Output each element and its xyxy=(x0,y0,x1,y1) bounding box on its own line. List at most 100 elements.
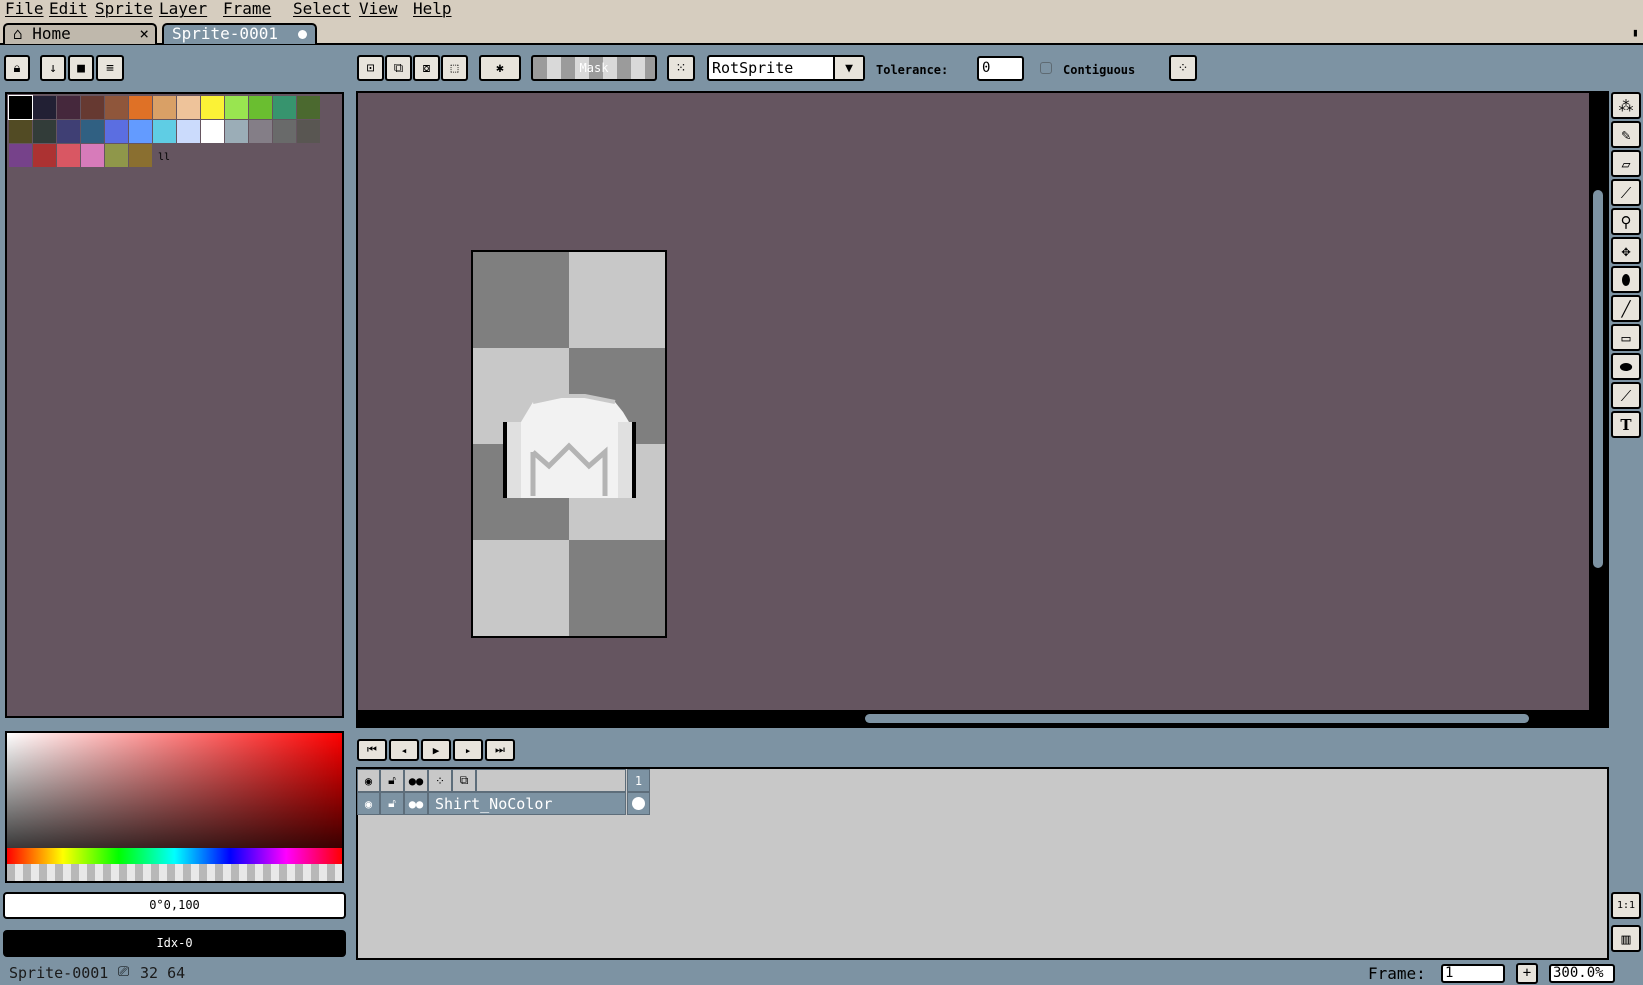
selection-intersect-button[interactable]: ⬚ xyxy=(441,55,468,81)
frame-header[interactable]: 1 xyxy=(627,769,650,792)
menu-edit[interactable]: Edit xyxy=(49,0,88,18)
mask-color-button[interactable]: Mask xyxy=(531,55,657,81)
palette-presets-button[interactable]: ■ xyxy=(68,55,94,81)
palette-swatch[interactable] xyxy=(105,96,128,119)
tab-home[interactable]: ⌂ Home × xyxy=(3,23,157,44)
transparent-color-button[interactable]: ⁙ xyxy=(667,55,695,81)
pivot-button[interactable]: ✱ xyxy=(479,55,521,81)
palette-swatch[interactable] xyxy=(273,96,296,119)
blur-tool[interactable]: ⟋ xyxy=(1611,382,1641,409)
palette-swatch[interactable] xyxy=(57,96,80,119)
rotation-algorithm-select[interactable]: RotSprite ▼ xyxy=(707,55,865,81)
palette-swatch[interactable] xyxy=(153,96,176,119)
text-tool[interactable]: T xyxy=(1611,411,1641,438)
palette-swatch[interactable] xyxy=(249,96,272,119)
zoom-tool[interactable]: ⚲ xyxy=(1611,208,1641,235)
cel[interactable] xyxy=(627,792,650,815)
line-tool[interactable]: ╱ xyxy=(1611,295,1641,322)
selection-subtract-button[interactable]: ⧇ xyxy=(413,55,440,81)
move-tool[interactable]: ✥ xyxy=(1611,237,1641,264)
selection-add-button[interactable]: ⧉ xyxy=(385,55,412,81)
foreground-color-field[interactable]: 0°0,100 xyxy=(3,892,346,919)
layer-lock-toggle[interactable]: 🔓︎ xyxy=(380,792,404,815)
palette-swatch[interactable] xyxy=(177,120,200,143)
palette-swatch[interactable] xyxy=(153,120,176,143)
new-frame-button[interactable]: + xyxy=(1516,963,1538,984)
last-frame-button[interactable]: ⏭ xyxy=(485,739,515,761)
frame-input[interactable]: 1 xyxy=(1441,964,1505,983)
contour-tool[interactable]: ⬬ xyxy=(1611,353,1641,380)
palette-swatch[interactable] xyxy=(8,95,33,120)
menu-help[interactable]: Help xyxy=(413,0,452,18)
palette-swatch[interactable] xyxy=(201,96,224,119)
hue-slider[interactable] xyxy=(7,848,342,864)
menu-frame[interactable]: Frame xyxy=(223,0,271,18)
zoom-1to1-button[interactable]: 1:1 xyxy=(1611,892,1641,919)
menu-view[interactable]: View xyxy=(359,0,398,18)
palette-swatch[interactable] xyxy=(81,120,104,143)
lock-palette-button[interactable]: 🔒︎ xyxy=(4,55,30,81)
pencil-tool[interactable]: ✎ xyxy=(1611,121,1641,148)
palette-swatch[interactable] xyxy=(105,144,128,167)
link-header[interactable]: ⁘ xyxy=(428,769,452,792)
eyedropper-tool[interactable]: ⟋ xyxy=(1611,179,1641,206)
close-icon[interactable]: × xyxy=(139,25,149,43)
onion-skin-header[interactable]: ●● xyxy=(404,769,428,792)
palette-swatch[interactable] xyxy=(129,144,152,167)
palette-swatch[interactable] xyxy=(33,96,56,119)
palette-swatch[interactable] xyxy=(225,120,248,143)
palette-options-button[interactable]: ≡ xyxy=(96,55,124,81)
palette-swatch[interactable] xyxy=(57,120,80,143)
menu-file[interactable]: File xyxy=(5,0,44,18)
palette-swatch[interactable] xyxy=(129,120,152,143)
palette-swatch[interactable] xyxy=(9,144,32,167)
palette-resize-handle[interactable]: ll xyxy=(158,152,170,163)
timeline-toggle-button[interactable]: ▥ xyxy=(1611,925,1641,952)
palette-swatch[interactable] xyxy=(33,120,56,143)
next-frame-button[interactable]: ▸ xyxy=(453,739,483,761)
background-color-field[interactable]: Idx-0 xyxy=(3,930,346,957)
palette-swatch[interactable] xyxy=(105,120,128,143)
previous-frame-button[interactable]: ◂ xyxy=(389,739,419,761)
palette-swatch[interactable] xyxy=(273,120,296,143)
drop-pixels-button[interactable]: ⁘ xyxy=(1169,55,1197,81)
first-frame-button[interactable]: ⏮ xyxy=(357,739,387,761)
menu-select[interactable]: Select xyxy=(293,0,351,18)
tab-sprite[interactable]: Sprite-0001 xyxy=(162,23,317,44)
layer-name[interactable]: Shirt_NoColor xyxy=(428,792,626,815)
layer-continuous-toggle[interactable]: ●● xyxy=(404,792,428,815)
palette-swatch[interactable] xyxy=(57,144,80,167)
palette-swatch[interactable] xyxy=(297,120,320,143)
selection-replace-button[interactable]: ⊡ xyxy=(357,55,384,81)
palette-swatch[interactable] xyxy=(297,96,320,119)
layer-visibility-toggle[interactable]: ◉ xyxy=(357,792,380,815)
chevron-down-icon[interactable]: ▼ xyxy=(833,57,863,79)
rectangle-tool[interactable]: ▭ xyxy=(1611,324,1641,351)
palette-swatch[interactable] xyxy=(81,144,104,167)
palette-swatch[interactable] xyxy=(9,120,32,143)
menu-sprite[interactable]: Sprite xyxy=(95,0,153,18)
palette-swatch[interactable] xyxy=(201,120,224,143)
paint-bucket-tool[interactable]: ⬮ xyxy=(1611,266,1641,293)
menu-layer[interactable]: Layer xyxy=(159,0,207,18)
eraser-tool[interactable]: ▱ xyxy=(1611,150,1641,177)
sprite-canvas[interactable] xyxy=(471,250,667,638)
layers-header[interactable]: ⧉ xyxy=(452,769,476,792)
tolerance-input[interactable]: 0 xyxy=(977,56,1024,81)
visibility-header[interactable]: ◉ xyxy=(357,769,380,792)
contiguous-checkbox[interactable] xyxy=(1040,62,1052,74)
lock-header[interactable]: 🔓︎ xyxy=(380,769,404,792)
vertical-scrollbar-thumb[interactable] xyxy=(1593,190,1603,568)
palette-swatch[interactable] xyxy=(129,96,152,119)
tabs-overflow-icon[interactable]: ▮ xyxy=(1632,26,1639,39)
palette-swatch[interactable] xyxy=(177,96,200,119)
palette-swatch[interactable] xyxy=(225,96,248,119)
alpha-slider[interactable] xyxy=(7,864,342,881)
play-button[interactable]: ▶ xyxy=(421,739,451,761)
sort-palette-button[interactable]: ↓ xyxy=(40,55,66,81)
palette-swatch[interactable] xyxy=(33,144,56,167)
horizontal-scrollbar-thumb[interactable] xyxy=(865,714,1529,723)
palette-swatch[interactable] xyxy=(249,120,272,143)
magic-wand-tool[interactable]: ⁂ xyxy=(1611,92,1641,119)
zoom-input[interactable]: 300.0% xyxy=(1549,964,1615,983)
